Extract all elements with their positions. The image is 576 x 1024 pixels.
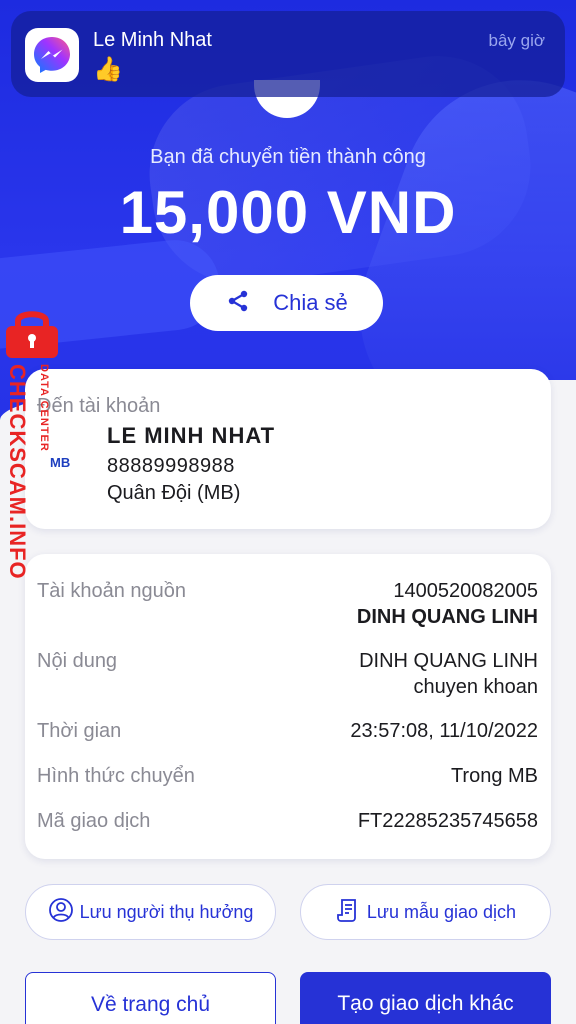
- detail-label-content: Nội dung: [37, 650, 118, 672]
- detail-value-time: 23:57:08, 11/10/2022: [350, 720, 538, 742]
- transaction-details-card: Tài khoản nguồn 1400520082005 DINH QUANG…: [25, 554, 551, 859]
- recipient-name: LE MINH NHAT: [107, 423, 276, 448]
- detail-value-content-line2: chuyen khoan: [413, 676, 538, 698]
- transfer-amount: 15,000 VND: [119, 179, 457, 246]
- detail-label-transfer-type: Hình thức chuyển: [37, 765, 195, 787]
- new-transaction-button[interactable]: Tạo giao dịch khác: [300, 972, 551, 1024]
- share-label: Chia sẻ: [273, 290, 348, 315]
- detail-value-source-name: DINH QUANG LINH: [356, 606, 538, 628]
- watermark-lock-icon: [4, 308, 60, 358]
- detail-value-transfer-type: Trong MB: [450, 765, 538, 787]
- save-template-button[interactable]: Lưu mẫu giao dịch: [300, 884, 551, 940]
- notification-sender: Le Minh Nhat: [93, 29, 212, 51]
- detail-value-source-account: 1400520082005: [393, 580, 538, 602]
- receipt-icon: [335, 897, 361, 928]
- bank-logo: MB: [50, 455, 71, 470]
- messenger-icon: [25, 28, 79, 82]
- watermark-subtitle: DATA CENTER: [38, 364, 50, 452]
- recipient-account-number: 88889998988: [107, 455, 235, 477]
- detail-label-transaction-id: Mã giao dịch: [37, 810, 151, 832]
- share-button[interactable]: Chia sẻ: [190, 275, 383, 331]
- watermark-brand: CHECKSCAM.INFO: [5, 364, 30, 580]
- share-icon: [225, 288, 251, 319]
- detail-value-content: DINH QUANG LINH: [359, 650, 538, 672]
- save-template-label: Lưu mẫu giao dịch: [366, 901, 517, 922]
- home-button-label: Về trang chủ: [90, 993, 211, 1016]
- recipient-card: Đến tài khoản MB LE MINH NHAT 8888999898…: [25, 369, 551, 529]
- notification-message: 👍: [93, 56, 123, 83]
- new-transaction-label: Tạo giao dịch khác: [337, 992, 514, 1015]
- recipient-bank: Quân Đội (MB): [107, 482, 241, 504]
- save-beneficiary-label: Lưu người thụ hưởng: [79, 901, 254, 922]
- success-message: Bạn đã chuyển tiền thành công: [150, 146, 426, 168]
- home-button[interactable]: Về trang chủ: [25, 972, 276, 1024]
- save-beneficiary-button[interactable]: Lưu người thụ hưởng: [25, 884, 276, 940]
- detail-label-source-account: Tài khoản nguồn: [37, 580, 187, 602]
- notification-time: bây giờ: [488, 31, 545, 50]
- user-icon: [48, 897, 74, 928]
- detail-label-time: Thời gian: [37, 720, 122, 742]
- push-notification[interactable]: Le Minh Nhat 👍 bây giờ: [11, 11, 565, 97]
- recipient-label: Đến tài khoản: [37, 395, 161, 417]
- detail-value-transaction-id: FT22285235745658: [357, 810, 538, 832]
